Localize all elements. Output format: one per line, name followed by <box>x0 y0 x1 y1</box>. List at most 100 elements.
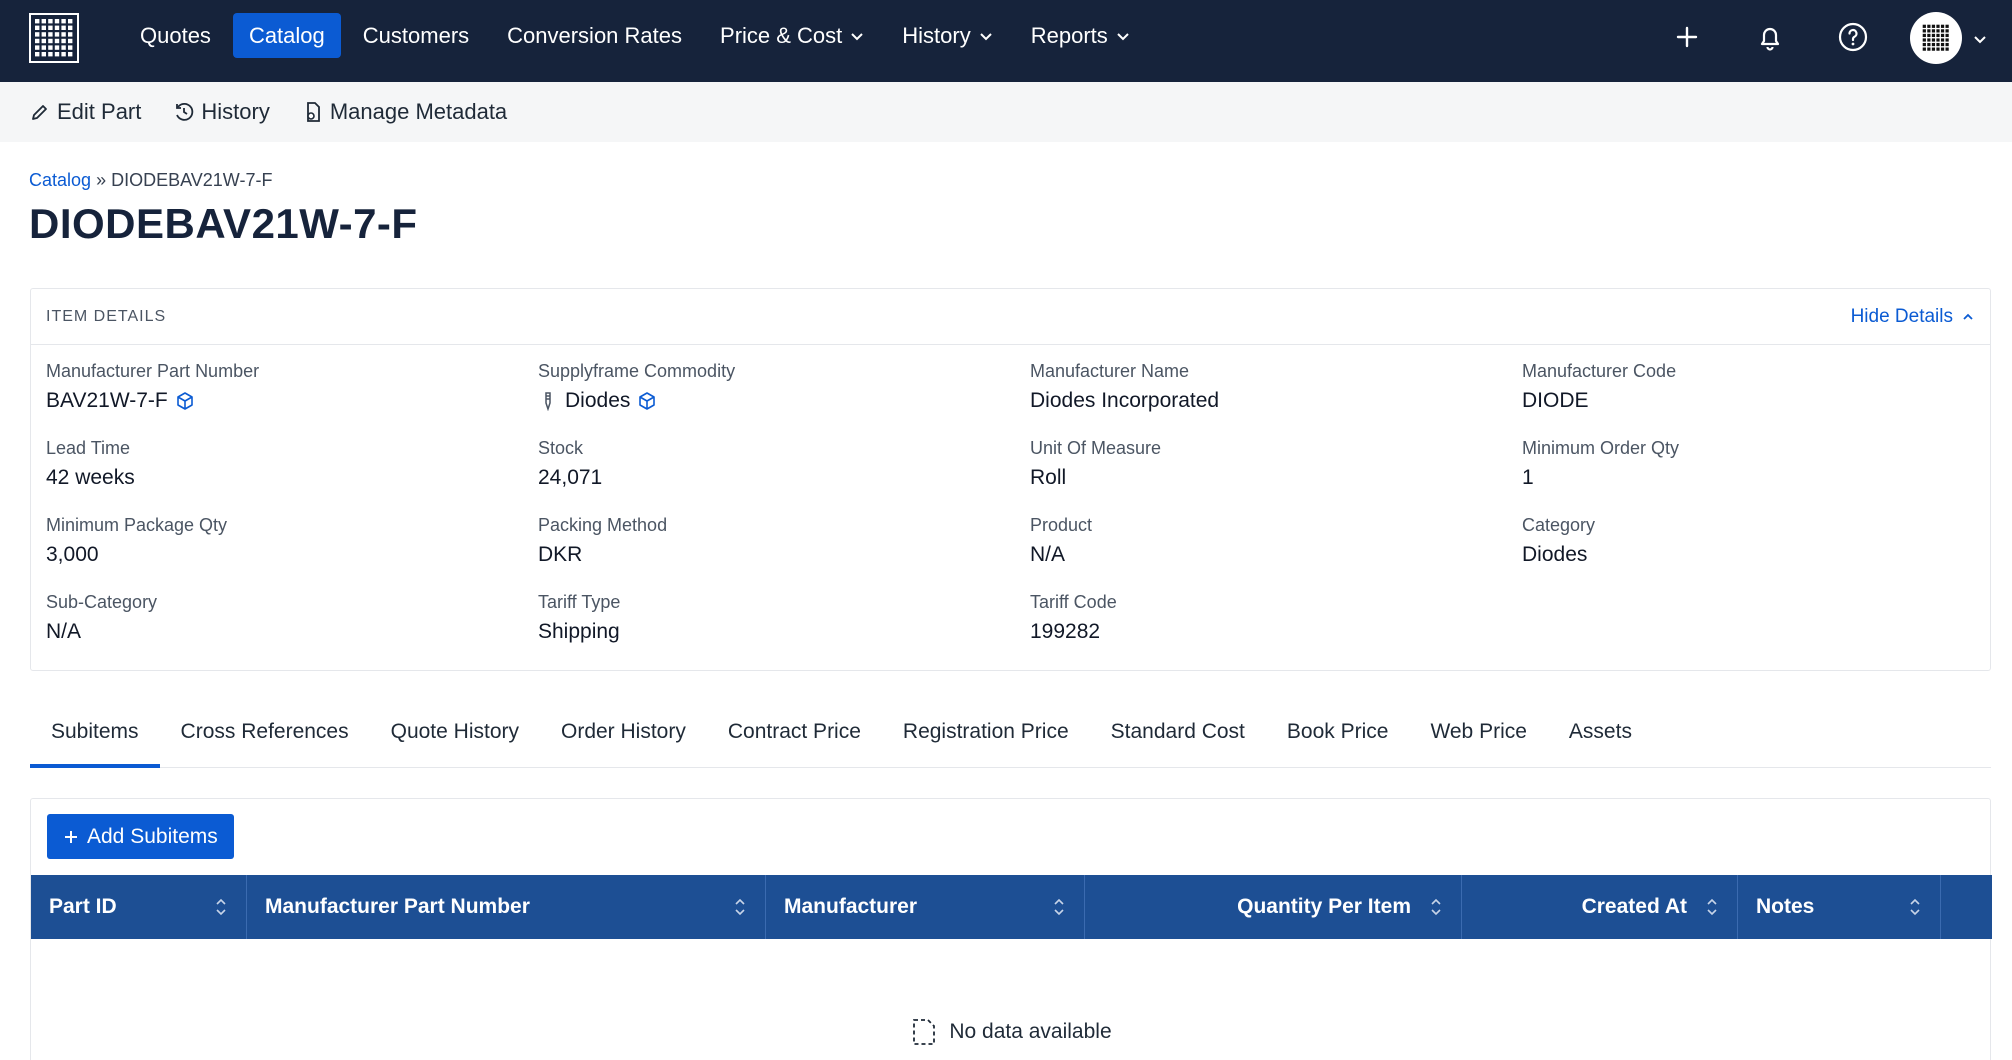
detail-value: Diodes <box>1522 543 1588 566</box>
edit-part-button[interactable]: Edit Part <box>29 99 141 125</box>
sort-icon <box>1054 898 1064 916</box>
column-header-part-id[interactable]: Part ID <box>31 875 247 939</box>
detail-label: Minimum Order Qty <box>1522 438 1680 458</box>
page-title: DIODEBAV21W-7-F <box>29 200 418 247</box>
column-header-manufacturer[interactable]: Manufacturer <box>766 875 1085 939</box>
sort-icon <box>735 898 745 916</box>
sort-icon <box>1707 898 1717 916</box>
chevron-up-icon <box>1963 313 1973 320</box>
detail-value: 24,071 <box>538 466 603 489</box>
breadcrumb-catalog-link[interactable]: Catalog <box>29 170 91 190</box>
hide-details-label: Hide Details <box>1850 305 1953 327</box>
chevron-down-icon <box>1117 32 1129 40</box>
column-header-manufacturer-part-number[interactable]: Manufacturer Part Number <box>247 875 766 939</box>
nav-item-label: Conversion Rates <box>507 23 683 48</box>
column-header-actions <box>1941 875 1992 939</box>
tab-subitems[interactable]: Subitems <box>30 708 160 768</box>
detail-minimum-package-qty: Minimum Package Qty 3,000 <box>46 515 538 567</box>
nav-item-catalog[interactable]: Catalog <box>232 13 341 58</box>
detail-value: N/A <box>46 620 82 643</box>
detail-supplyframe-commodity: Supplyframe Commodity Diodes <box>538 361 1030 413</box>
detail-label: Supplyframe Commodity <box>538 361 736 381</box>
detail-label: Packing Method <box>538 515 668 535</box>
sort-icon <box>1431 898 1441 916</box>
tab-order-history[interactable]: Order History <box>540 708 707 768</box>
nav-item-reports[interactable]: Reports <box>1015 13 1146 58</box>
empty-state: No data available <box>31 1017 1992 1047</box>
main-nav: Quotes Catalog Customers Conversion Rates Pr… <box>124 13 1152 58</box>
nav-item-label: History <box>902 23 971 48</box>
detail-value: 1 <box>1522 466 1534 489</box>
detail-minimum-order-qty: Minimum Order Qty 1 <box>1522 438 1976 490</box>
column-header-label: Manufacturer <box>784 895 918 918</box>
item-details-heading: ITEM DETAILS <box>46 307 167 325</box>
help-icon[interactable] <box>1836 20 1870 54</box>
detail-manufacturer-name: Manufacturer Name Diodes Incorporated <box>1030 361 1522 413</box>
column-header-label: Manufacturer Part Number <box>265 895 530 918</box>
app-logo-icon[interactable] <box>29 13 79 63</box>
nav-item-label: Catalog <box>248 23 325 48</box>
add-subitems-button[interactable]: Add Subitems <box>47 814 234 859</box>
cube-icon[interactable] <box>637 391 657 411</box>
hide-details-button[interactable]: Hide Details <box>1851 306 1975 328</box>
tab-cross-references[interactable]: Cross References <box>160 708 370 768</box>
detail-value: 42 weeks <box>46 466 135 489</box>
plus-icon <box>65 830 77 843</box>
tab-registration-price[interactable]: Registration Price <box>882 708 1090 768</box>
nav-item-quotes[interactable]: Quotes <box>124 13 227 58</box>
detail-manufacturer-part-number: Manufacturer Part Number BAV21W-7-F <box>46 361 538 413</box>
tab-assets[interactable]: Assets <box>1548 708 1653 768</box>
tab-standard-cost[interactable]: Standard Cost <box>1090 708 1266 768</box>
detail-category: Category Diodes <box>1522 515 1976 567</box>
nav-item-label: Customers <box>362 23 470 48</box>
edit-part-label: Edit Part <box>57 99 142 124</box>
detail-value: Diodes <box>565 389 631 412</box>
detail-label: Category <box>1522 515 1596 535</box>
manage-metadata-label: Manage Metadata <box>329 99 508 124</box>
subitems-table-header: Part ID Manufacturer Part Number Manufactu… <box>31 875 1992 939</box>
detail-product: Product N/A <box>1030 515 1522 567</box>
sort-icon <box>1910 898 1920 916</box>
nav-item-history[interactable]: History <box>886 13 1008 58</box>
cube-icon[interactable] <box>175 391 195 411</box>
detail-label: Stock <box>538 438 584 458</box>
bell-icon[interactable] <box>1753 20 1787 54</box>
column-header-quantity-per-item[interactable]: Quantity Per Item <box>1085 875 1462 939</box>
nav-item-label: Reports <box>1030 23 1108 48</box>
nav-item-customers[interactable]: Customers <box>347 13 485 58</box>
breadcrumb-separator: » <box>96 170 107 190</box>
pencil-icon <box>32 105 47 120</box>
sort-icon <box>216 898 226 916</box>
detail-value: Roll <box>1030 466 1067 489</box>
tab-quote-history[interactable]: Quote History <box>370 708 540 768</box>
nav-item-label: Quotes <box>140 23 211 48</box>
chevron-down-icon[interactable] <box>1972 32 1988 48</box>
column-header-created-at[interactable]: Created At <box>1462 875 1738 939</box>
detail-label: Unit Of Measure <box>1030 438 1162 458</box>
detail-label: Product <box>1030 515 1093 535</box>
detail-value: Shipping <box>538 620 620 643</box>
detail-value: Diodes Incorporated <box>1030 389 1220 412</box>
tab-contract-price[interactable]: Contract Price <box>707 708 882 768</box>
detail-label: Tariff Code <box>1030 592 1117 612</box>
nav-item-price-cost[interactable]: Price & Cost <box>704 13 880 58</box>
plus-icon[interactable] <box>1670 20 1704 54</box>
detail-manufacturer-code: Manufacturer Code DIODE <box>1522 361 1976 413</box>
history-button[interactable]: History <box>173 99 270 125</box>
tab-web-price[interactable]: Web Price <box>1409 708 1547 768</box>
chevron-down-icon <box>851 32 863 40</box>
detail-label: Sub-Category <box>46 592 158 612</box>
column-header-notes[interactable]: Notes <box>1738 875 1941 939</box>
detail-value: N/A <box>1030 543 1066 566</box>
tab-book-price[interactable]: Book Price <box>1266 708 1410 768</box>
nav-item-conversion-rates[interactable]: Conversion Rates <box>491 13 698 58</box>
column-header-label: Part ID <box>49 895 117 918</box>
manage-metadata-button[interactable]: Manage Metadata <box>302 99 507 125</box>
item-details-grid: Manufacturer Part Number BAV21W-7-F Supply… <box>46 361 1976 644</box>
column-header-label: Created At <box>1581 895 1687 918</box>
subitems-panel: Add Subitems Part ID Manufacturer Part Nu… <box>30 798 1992 1060</box>
detail-tariff-code: Tariff Code 199282 <box>1030 592 1522 644</box>
avatar[interactable] <box>1910 12 1962 64</box>
empty-state-text: No data available <box>949 1020 1112 1043</box>
add-subitems-label: Add Subitems <box>87 824 218 848</box>
